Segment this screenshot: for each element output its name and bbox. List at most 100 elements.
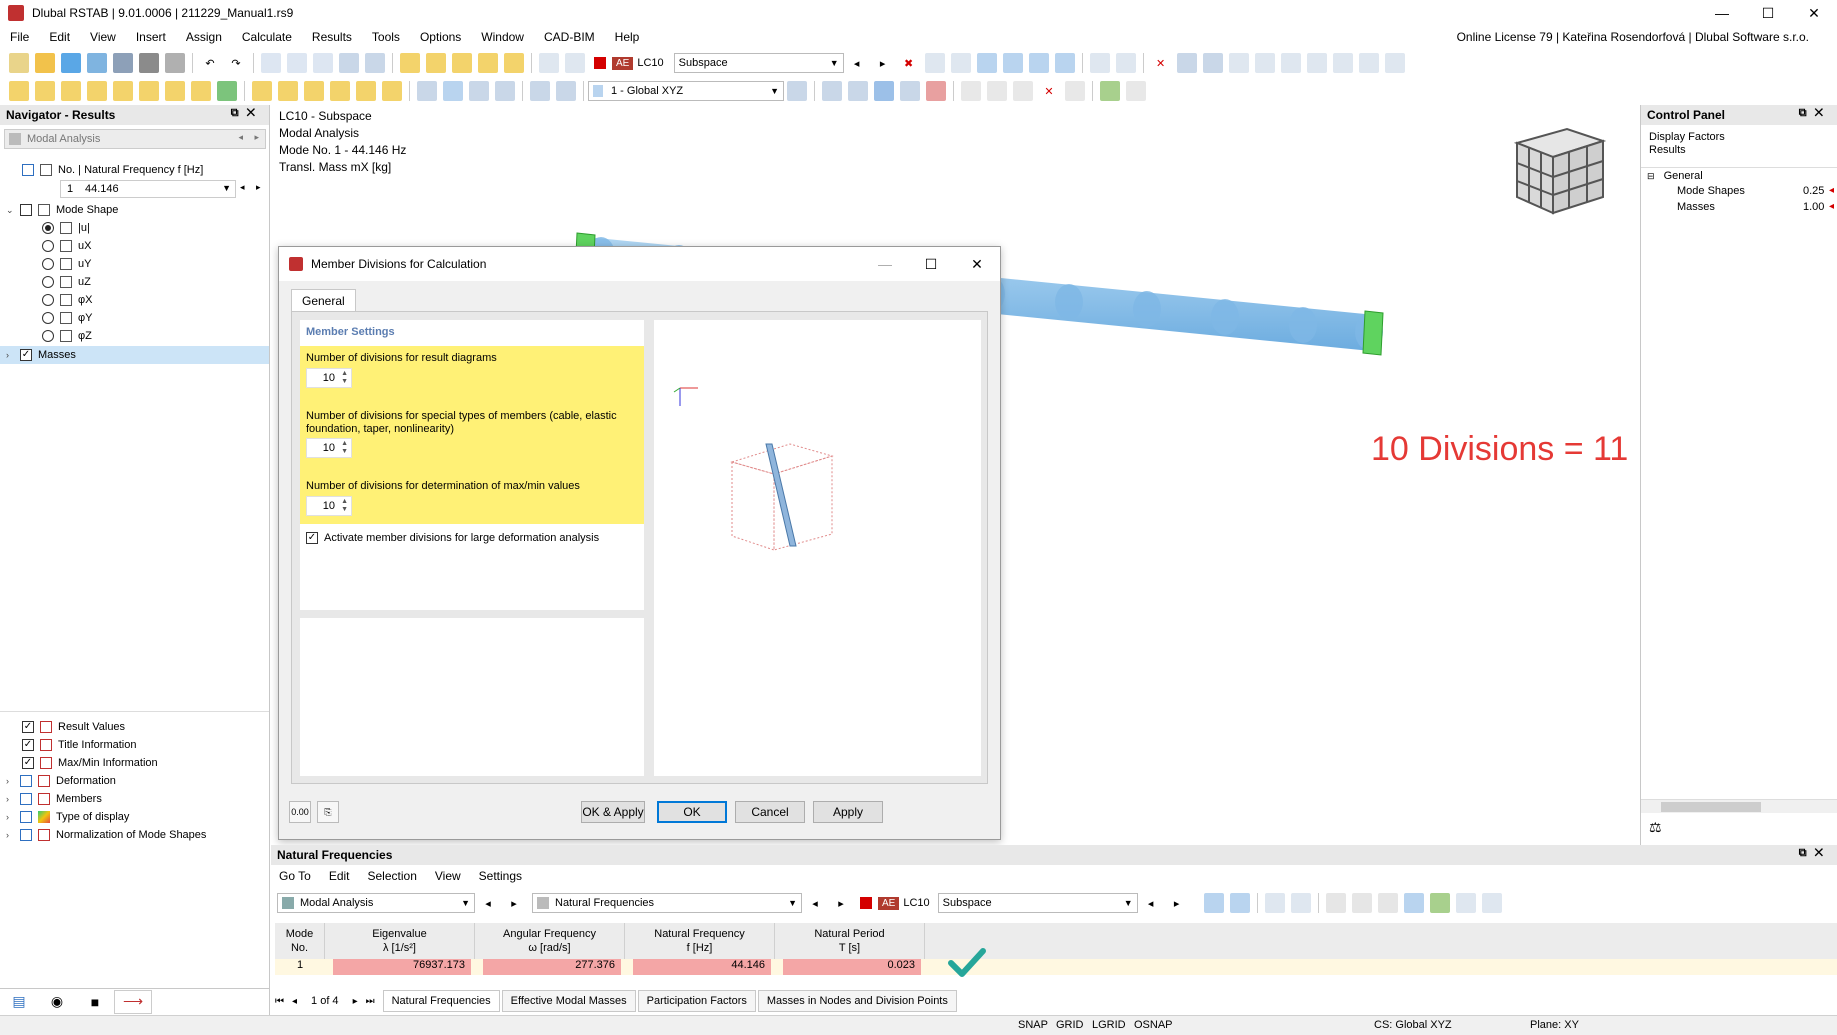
col-header-eigenvalue[interactable]: Eigenvalue λ [1/s²] (325, 923, 475, 959)
open-icon[interactable] (35, 53, 55, 73)
tab-general[interactable]: General (291, 289, 356, 311)
table-view-icon[interactable] (261, 53, 281, 73)
last-page-icon[interactable]: ⏭ (366, 996, 375, 1007)
table-menu-view[interactable]: View (435, 869, 461, 883)
tab-natural-frequencies[interactable]: Natural Frequencies (382, 990, 500, 1012)
table-analysis-select[interactable]: Modal Analysis ▼ (277, 893, 475, 913)
float-icon[interactable]: ⧉ (1799, 847, 1815, 859)
snap-grid-icon[interactable] (822, 81, 842, 101)
section-icon[interactable] (1115, 53, 1136, 73)
result-filter-icon[interactable] (924, 53, 945, 73)
render-icon[interactable] (452, 53, 472, 73)
frequency-checkbox[interactable] (22, 164, 34, 176)
masses-row[interactable]: › ✓ Masses (0, 346, 269, 364)
load-node-icon[interactable] (252, 81, 272, 101)
close-icon[interactable]: ✕ (247, 107, 263, 119)
masses-factor-value[interactable]: 1.00 (1803, 201, 1824, 213)
mode-shape-row[interactable]: ⌄ Mode Shape (6, 201, 118, 219)
maxmin-info-checkbox[interactable]: ✓ (22, 757, 34, 769)
node-icon[interactable] (9, 81, 29, 101)
coordinate-system-select[interactable]: 1 - Global XYZ ▼ (588, 81, 784, 101)
mode-phiz-radio[interactable] (42, 330, 54, 342)
mode-item-phix[interactable]: φX (42, 291, 92, 309)
cell-eigenvalue[interactable]: 76937.173 (333, 959, 471, 975)
menu-edit[interactable]: Edit (39, 30, 80, 44)
mode-shape-checkbox[interactable] (20, 204, 32, 216)
draw-icon[interactable] (400, 53, 420, 73)
deformation-checkbox[interactable] (20, 775, 32, 787)
cs-edit-icon[interactable] (787, 81, 807, 101)
next-result-icon[interactable] (565, 53, 585, 73)
minimize-button[interactable]: — (1699, 0, 1745, 26)
snap-toggle[interactable]: SNAP (1018, 1019, 1048, 1031)
load-member-icon[interactable] (278, 81, 298, 101)
export-icon[interactable] (1429, 893, 1450, 913)
float-icon[interactable]: ⧉ (1799, 107, 1815, 119)
result-diagram-divisions-input[interactable]: 10 ▲ ▼ (306, 368, 352, 388)
prev-arrow-icon[interactable]: ◂ (1141, 893, 1161, 913)
expand-icon[interactable]: › (6, 776, 16, 786)
mode-shapes-factor-value[interactable]: 0.25 (1803, 185, 1824, 197)
dialog-close-button[interactable]: ✕ (954, 247, 1000, 281)
undo-icon[interactable]: ↶ (200, 53, 220, 73)
axis-x-icon[interactable] (1228, 53, 1249, 73)
load-line-icon[interactable] (304, 81, 324, 101)
maximize-button[interactable]: ☐ (1745, 0, 1791, 26)
mode-u-radio[interactable] (42, 222, 54, 234)
members-row[interactable]: › Members (6, 790, 102, 808)
visibility-icon[interactable] (1332, 53, 1353, 73)
dialog-minimize-button[interactable]: — (862, 247, 908, 281)
masses-checkbox[interactable]: ✓ (20, 349, 32, 361)
panel-view-icon[interactable] (313, 53, 333, 73)
table-menu-selection[interactable]: Selection (368, 869, 417, 883)
mode-item-uy[interactable]: uY (42, 255, 91, 273)
menu-help[interactable]: Help (605, 30, 650, 44)
balance-icon[interactable]: ⚖ (1649, 819, 1662, 836)
tab-participation-factors[interactable]: Participation Factors (637, 990, 756, 1012)
grid-view-icon[interactable] (287, 53, 307, 73)
maxmin-divisions-input[interactable]: 10 ▲ ▼ (306, 496, 352, 516)
link-icon[interactable] (961, 81, 981, 101)
mode-uy-radio[interactable] (42, 258, 54, 270)
chart-icon[interactable] (1403, 893, 1424, 913)
cell-frequency[interactable]: 44.146 (633, 959, 771, 975)
table-columns-icon[interactable] (1351, 893, 1372, 913)
measure-icon[interactable] (504, 53, 524, 73)
cross-delete-icon[interactable]: ✕ (1039, 81, 1059, 101)
menu-window[interactable]: Window (471, 30, 534, 44)
redo-icon[interactable]: ↷ (226, 53, 246, 73)
dimension-icon[interactable] (556, 81, 576, 101)
decimals-icon[interactable] (1481, 893, 1502, 913)
special-member-divisions-input[interactable]: 10 ▲ ▼ (306, 438, 352, 458)
material-icon[interactable] (165, 81, 185, 101)
large-deformation-checkbox[interactable]: ✓ (306, 532, 318, 544)
comment-icon[interactable] (478, 53, 498, 73)
rotate-icon[interactable] (987, 81, 1007, 101)
table-menu-settings[interactable]: Settings (479, 869, 522, 883)
move-icon[interactable] (495, 81, 515, 101)
axis-y-icon[interactable] (1254, 53, 1275, 73)
diagram-icon[interactable] (1028, 53, 1049, 73)
views-tab-icon[interactable]: ■ (76, 990, 114, 1014)
menu-file[interactable]: File (0, 30, 39, 44)
menu-options[interactable]: Options (410, 30, 471, 44)
animation-icon[interactable] (1089, 53, 1110, 73)
next-arrow-icon[interactable]: ▸ (831, 893, 851, 913)
first-page-icon[interactable]: ⏮ (275, 996, 284, 1007)
menu-calculate[interactable]: Calculate (232, 30, 302, 44)
tab-effective-modal-masses[interactable]: Effective Modal Masses (501, 990, 636, 1012)
next-loadcase-icon[interactable]: ▸ (873, 53, 893, 73)
prev-result-icon[interactable] (539, 53, 559, 73)
table-menu-edit[interactable]: Edit (329, 869, 350, 883)
next-frequency-icon[interactable]: ▸ (256, 182, 261, 193)
section-shape-icon[interactable] (139, 81, 159, 101)
frame-icon[interactable] (443, 81, 463, 101)
filter-icon[interactable] (1455, 893, 1476, 913)
save-icon[interactable] (113, 53, 133, 73)
normalization-checkbox[interactable] (20, 829, 32, 841)
spinner-arrows-icon[interactable]: ▲ ▼ (341, 440, 348, 456)
axis-z-icon[interactable] (1280, 53, 1301, 73)
next-arrow-icon[interactable]: ▸ (1167, 893, 1187, 913)
line-icon[interactable] (35, 81, 55, 101)
snap-active-icon[interactable] (874, 81, 894, 101)
